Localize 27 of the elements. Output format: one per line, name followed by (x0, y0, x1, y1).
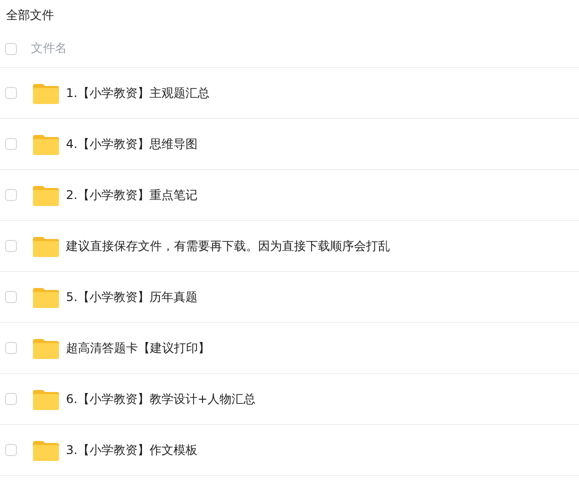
checkbox[interactable] (5, 189, 17, 201)
page-title: 全部文件 (5, 7, 55, 24)
folder-icon (33, 82, 59, 104)
column-header: 文件名 (31, 40, 67, 57)
folder-name[interactable]: 5.【小学教资】历年真题 (66, 288, 198, 306)
folder-icon (33, 133, 59, 155)
folder-name[interactable]: 6.【小学教资】教学设计+人物汇总 (66, 390, 256, 408)
checkbox[interactable] (5, 240, 17, 252)
folder-icon (33, 439, 59, 461)
folder-name[interactable]: 4.【小学教资】思维导图 (66, 136, 198, 152)
folder-icon (33, 388, 59, 410)
folder-name[interactable]: 1.【小学教资】主观题汇总 (66, 84, 210, 102)
checkbox[interactable] (5, 87, 17, 99)
folder-icon (33, 184, 59, 206)
checkbox[interactable] (5, 42, 17, 54)
folder-icon (33, 337, 59, 359)
folder-icon (33, 286, 59, 308)
checkbox[interactable] (5, 138, 17, 150)
checkbox[interactable] (5, 291, 17, 303)
folder-name[interactable]: 建议直接保存文件，有需要再下载。因为直接下载顺序会打乱 (66, 238, 390, 254)
folder-icon (33, 235, 59, 257)
checkbox[interactable] (5, 393, 17, 405)
checkbox[interactable] (5, 444, 17, 456)
folder-name[interactable]: 超高清答题卡【建议打印】 (66, 340, 210, 356)
checkbox[interactable] (5, 342, 17, 354)
folder-name[interactable]: 3.【小学教资】作文模板 (66, 442, 198, 458)
folder-name[interactable]: 2.【小学教资】重点笔记 (66, 186, 198, 204)
